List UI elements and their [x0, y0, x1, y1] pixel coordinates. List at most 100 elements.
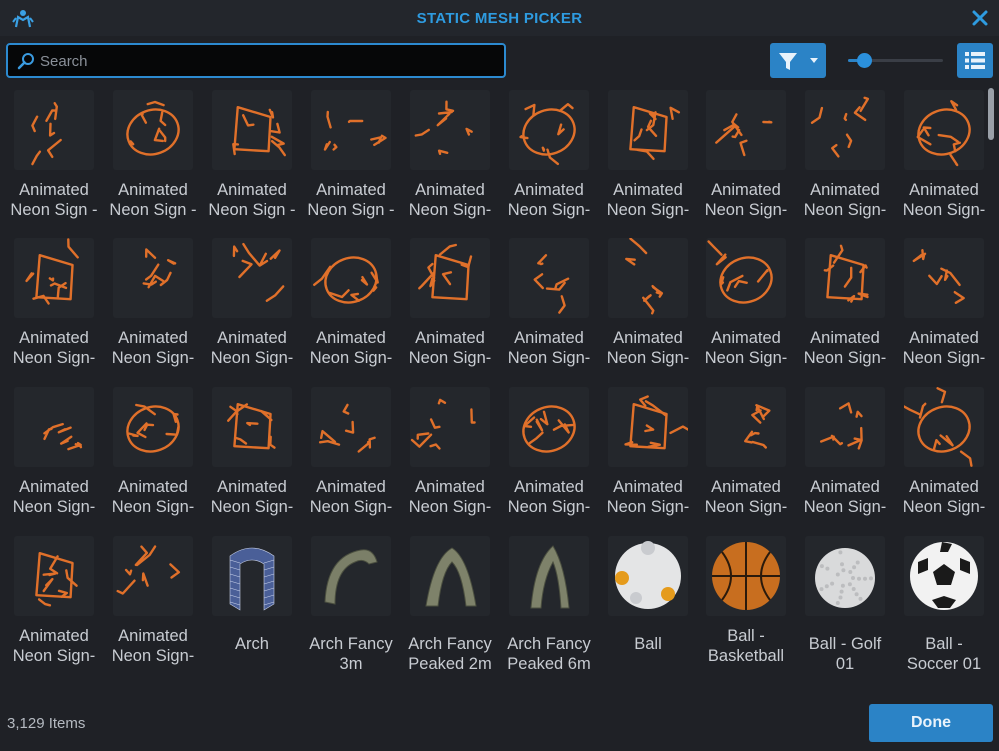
asset-label: Animated Neon Sign-Okay Ready: [600, 328, 696, 370]
neon-skull-icon: [212, 387, 292, 467]
asset-label-line: Animated: [711, 181, 781, 199]
thumbnail-size-slider[interactable]: [848, 52, 943, 70]
asset-tile[interactable]: Animated Neon Sign-Rain: [6, 383, 102, 523]
asset-tile[interactable]: Ball - Golf 01: [797, 532, 893, 673]
asset-tile[interactable]: Ball - Basketball01: [698, 532, 794, 672]
asset-tile[interactable]: Animated Neon Sign -Hook: [204, 86, 300, 226]
asset-label: Animated Neon Sign-Full: [6, 328, 102, 370]
asset-label-line: Neon Sign-: [803, 201, 887, 219]
asset-label-line: Animated: [514, 478, 584, 496]
scrollbar[interactable]: [986, 86, 999, 674]
asset-tile[interactable]: Animated Neon Sign-Wrench: [105, 532, 201, 672]
asset-tile[interactable]: Animated Neon Sign-Right Wing: [105, 383, 201, 523]
item-count: 3,129 Items: [7, 715, 86, 732]
asset-label-line: Animated: [810, 478, 880, 496]
asset-label-line: Neon Sign-: [111, 647, 195, 665]
arch-fancy-icon: [311, 536, 391, 616]
asset-label-line: Neon Sign-: [507, 201, 591, 219]
asset-tile[interactable]: Animated Neon Sign-Sparkles: [402, 383, 498, 523]
asset-label: Animated Neon Sign-Battery: [402, 180, 498, 222]
asset-label-line: Neon Sign-: [408, 498, 492, 516]
asset-label: Arch: [204, 634, 300, 674]
asset-label-line: Neon Sign-: [606, 498, 690, 516]
search-box[interactable]: [6, 43, 506, 78]
asset-tile[interactable]: Animated Neon Sign -Hand: [105, 86, 201, 226]
footer: 3,129 Items Done: [0, 696, 999, 751]
asset-label-line: Animated: [810, 181, 880, 199]
neon-cards-icon: [608, 90, 688, 170]
asset-tile[interactable]: Animated Neon Sign-Trophy: [698, 383, 794, 523]
asset-label-line: Animated: [19, 627, 89, 645]
asset-tile[interactable]: Animated Neon Sign-Flag: [797, 86, 893, 226]
asset-label-line: Animated: [613, 329, 683, 347]
asset-tile[interactable]: Animated Neon Sign-Wrench: [6, 532, 102, 672]
asset-label-line: Neon Sign-: [507, 498, 591, 516]
arch-icon: [212, 536, 292, 616]
asset-tile[interactable]: Animated Neon Sign-Piston 2: [698, 234, 794, 374]
asset-tile[interactable]: Animated Neon Sign-Cards: [600, 86, 696, 226]
asset-tile[interactable]: Ball: [600, 532, 696, 672]
asset-label: Animated Neon Sign-Potion: [797, 328, 893, 370]
asset-label: Ball - Basketball01: [698, 626, 794, 668]
asset-tile[interactable]: Animated Neon Sign-Okay Ready: [600, 234, 696, 374]
asset-label-line: Animated: [19, 478, 89, 496]
asset-label-line: Flaming: [896, 220, 986, 222]
asset-tile[interactable]: Animated Neon Sign-Gear Shift: [105, 234, 201, 374]
asset-tile[interactable]: Animated Neon Sign-Bob: [501, 86, 597, 226]
asset-tile[interactable]: Animated Neon Sign-Skull: [204, 383, 300, 523]
asset-tile[interactable]: Animated Neon Sign-Half: [303, 234, 399, 374]
neon-battery-icon: [410, 90, 490, 170]
asset-label-line: Animated: [118, 181, 188, 199]
asset-tile[interactable]: Animated Neon Sign-Sun: [600, 383, 696, 523]
asset-tile[interactable]: Animated Neon Sign-Diamond: [698, 86, 794, 226]
asset-label: Ball: [600, 634, 696, 674]
asset-tile[interactable]: Animated Neon Sign-Steering: [501, 383, 597, 523]
asset-label: Animated Neon Sign-Spark Plug: [303, 477, 399, 519]
filter-button[interactable]: [770, 43, 826, 78]
asset-label-line: Animated: [613, 478, 683, 496]
window-title: STATIC MESH PICKER: [416, 10, 583, 27]
list-view-button[interactable]: [957, 43, 993, 78]
golf-ball-icon: [805, 536, 885, 616]
slider-thumb[interactable]: [856, 53, 872, 68]
asset-label-line: 3m: [339, 655, 363, 673]
asset-tile[interactable]: Ball - Soccer 01: [896, 532, 986, 673]
asset-label-line: Neon Sign-: [606, 349, 690, 367]
asset-tile[interactable]: Animated Neon Sign-Flaming: [896, 86, 986, 226]
asset-tile[interactable]: Animated Neon Sign-Full: [6, 234, 102, 374]
asset-tile[interactable]: Animated Neon Sign-V Frame: [797, 383, 893, 523]
asset-label: Animated Neon Sign-Get Ready: [204, 328, 300, 370]
scrollbar-thumb[interactable]: [988, 88, 994, 140]
asset-label-line: Animated: [415, 478, 485, 496]
asset-tile[interactable]: Arch Fancy Peaked 6m: [501, 532, 597, 673]
asset-label-line: Neon Sign-: [902, 349, 986, 367]
asset-label: Animated Neon Sign-Piston 2: [698, 328, 794, 370]
asset-grid[interactable]: AnimatedNeon Sign -BeachAnimatedNeon Sig…: [0, 86, 986, 674]
close-icon[interactable]: [969, 7, 991, 29]
asset-label-line: Neon Sign -: [10, 201, 98, 219]
asset-tile[interactable]: Animated Neon Sign -Hook: [303, 86, 399, 226]
done-button[interactable]: Done: [869, 704, 993, 742]
asset-tile[interactable]: Arch: [204, 532, 300, 672]
asset-tile[interactable]: Animated Neon Sign-Battery: [402, 86, 498, 226]
asset-tile[interactable]: Animated Neon Sign -Beach: [6, 86, 102, 226]
asset-tile[interactable]: Arch Fancy 3m: [303, 532, 399, 673]
asset-tile[interactable]: Animated Neon Sign-Get Ready: [204, 234, 300, 374]
asset-tile[interactable]: Arch Fancy Peaked 2m: [402, 532, 498, 673]
asset-label: Animated Neon Sign-Right Wing: [105, 477, 201, 519]
asset-tile[interactable]: Animated Neon Sign-Spark Plug: [303, 383, 399, 523]
asset-label: Animated Neon Sign-Cards: [600, 180, 696, 222]
asset-tile[interactable]: Animated Neon Sign-Wow: [896, 383, 986, 523]
search-input[interactable]: [40, 49, 495, 73]
asset-tile[interactable]: Animated Neon Sign-Joystick: [402, 234, 498, 374]
neon-wrench-icon: [14, 536, 94, 616]
neon-full-icon: [14, 238, 94, 318]
asset-label: Animated Neon Sign -Hook: [303, 180, 399, 222]
asset-tile[interactable]: Animated Neon Sign-Left Wing: [501, 234, 597, 374]
neon-flag-icon: [805, 90, 885, 170]
asset-label-line: Neon Sign -: [307, 201, 395, 219]
asset-tile[interactable]: Animated Neon Sign-Potion: [797, 234, 893, 374]
asset-tile[interactable]: Animated Neon Sign-Race Track: [896, 234, 986, 374]
asset-label-line: Wrench: [6, 666, 102, 668]
neon-sun-icon: [608, 387, 688, 467]
